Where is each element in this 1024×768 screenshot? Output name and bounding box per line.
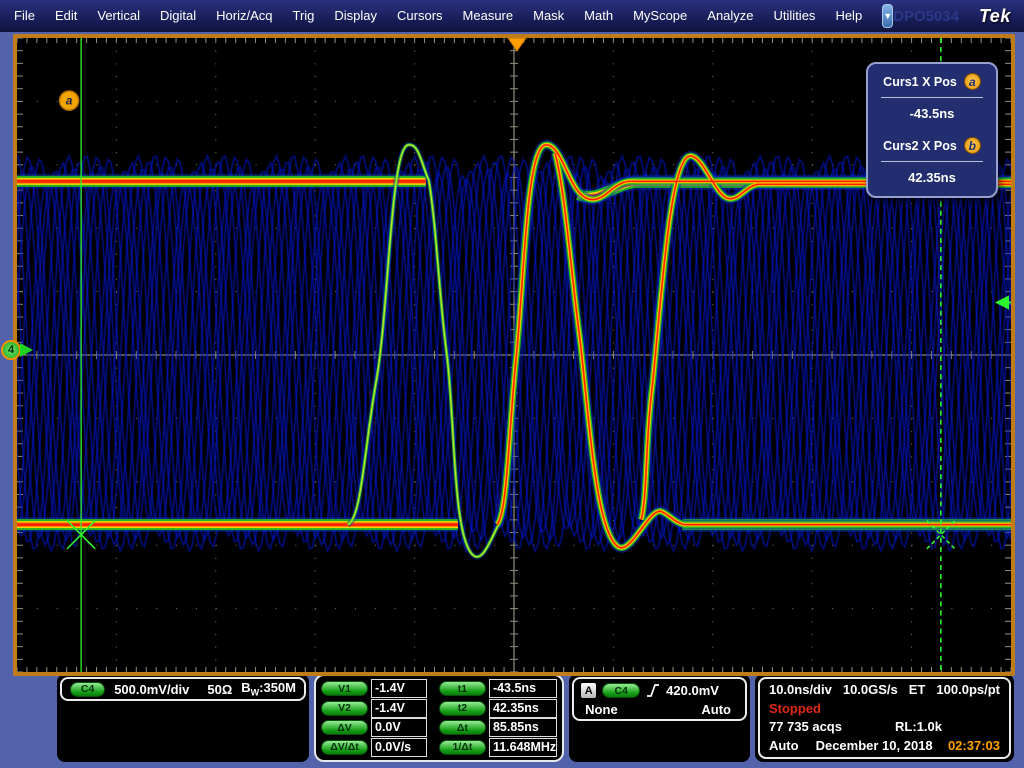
graticule: a xyxy=(13,34,1015,676)
input-impedance: 50Ω xyxy=(207,682,232,697)
waveform-plot[interactable]: a xyxy=(17,38,1011,672)
divider xyxy=(881,161,983,162)
date-label: December 10, 2018 xyxy=(816,738,933,753)
meas-row-v1: V1 -1.4V xyxy=(321,679,427,699)
menu-vertical[interactable]: Vertical xyxy=(87,0,150,32)
trigger-mode-none: None xyxy=(585,702,618,717)
et-label: ET xyxy=(909,682,926,697)
menu-help[interactable]: Help xyxy=(825,0,872,32)
meas-row-dv: ΔV 0.0V xyxy=(321,718,427,738)
menu-math[interactable]: Math xyxy=(574,0,623,32)
t1-value: -43.5ns xyxy=(489,679,557,698)
inv-dt-value: 11.648MHz xyxy=(489,738,557,757)
meas-row-1dt: 1/Δt 11.648MHz xyxy=(439,738,557,758)
time-label: 02:37:03 xyxy=(948,738,1000,753)
menu-analyze[interactable]: Analyze xyxy=(697,0,763,32)
sample-rate: 10.0GS/s xyxy=(843,682,898,697)
menu-dropdown-button[interactable]: ▼ xyxy=(882,4,893,28)
menu-cursors[interactable]: Cursors xyxy=(387,0,453,32)
cursor1-value: -43.5ns xyxy=(878,106,986,121)
tek-logo: Tek xyxy=(979,6,1011,27)
chevron-down-icon: ▼ xyxy=(883,11,892,21)
trigger-panel: A C4 420.0mV None Auto xyxy=(569,674,750,762)
meas-row-dt: Δt 85.85ns xyxy=(439,718,557,738)
channel4-settings[interactable]: C4 500.0mV/div 50Ω BW:350M xyxy=(60,677,306,701)
menu-digital[interactable]: Digital xyxy=(150,0,206,32)
cursor-measurements-panel: V1 -1.4V V2 -1.4V ΔV 0.0V ΔV/Δt 0.0V/s xyxy=(314,674,564,762)
model-label: DPO5034 xyxy=(893,8,959,25)
horizontal-panel: 10.0ns/div 10.0GS/s ET 100.0ps/pt Stoppe… xyxy=(755,674,1014,762)
menu-horiz-acq[interactable]: Horiz/Acq xyxy=(206,0,282,32)
dv-value: 0.0V xyxy=(371,718,427,737)
resolution: 100.0ps/pt xyxy=(936,682,1000,697)
meas-row-v2: V2 -1.4V xyxy=(321,699,427,719)
channel4-arrow-icon xyxy=(20,343,33,357)
v2-badge: V2 xyxy=(321,701,368,716)
t2-value: 42.35ns xyxy=(489,699,557,718)
v1-value: -1.4V xyxy=(371,679,427,698)
bandwidth: BW:350M xyxy=(241,680,296,698)
acquisition-count: 77 735 acqs xyxy=(769,719,842,734)
trigger-channel-badge: C4 xyxy=(602,683,640,698)
cursor2-value: 42.35ns xyxy=(878,170,986,185)
menu-utilities[interactable]: Utilities xyxy=(764,0,826,32)
meas-row-dvdt: ΔV/Δt 0.0V/s xyxy=(321,738,427,758)
waveform-display: a 4 Curs1 X Pos a -43.5ns Curs2 X Pos b … xyxy=(0,32,1024,672)
t1-badge: t1 xyxy=(439,681,486,696)
trigger-level: 420.0mV xyxy=(666,683,719,698)
dt-value: 85.85ns xyxy=(489,718,557,737)
cursor-a-badge: a xyxy=(964,73,981,90)
trigger-settings[interactable]: A C4 420.0mV None Auto xyxy=(572,677,747,721)
channel4-position-marker[interactable]: 4 xyxy=(1,340,21,360)
cursor-b-badge: b xyxy=(964,137,981,154)
svg-text:a: a xyxy=(66,94,73,108)
cursor1-label: Curs1 X Pos xyxy=(883,75,957,89)
cursor2-label: Curs2 X Pos xyxy=(883,139,957,153)
menu-display[interactable]: Display xyxy=(324,0,387,32)
dvdt-badge: ΔV/Δt xyxy=(321,740,368,755)
meas-row-t1: t1 -43.5ns xyxy=(439,679,557,699)
oscilloscope-screen: File Edit Vertical Digital Horiz/Acq Tri… xyxy=(0,0,1024,768)
trigger-mode-label: Auto xyxy=(769,738,799,753)
v1-badge: V1 xyxy=(321,681,368,696)
horizontal-acquisition-settings[interactable]: 10.0ns/div 10.0GS/s ET 100.0ps/pt Stoppe… xyxy=(758,677,1011,759)
menu-measure[interactable]: Measure xyxy=(453,0,524,32)
menu-trig[interactable]: Trig xyxy=(282,0,324,32)
timebase: 10.0ns/div xyxy=(769,682,832,697)
vertical-scale: 500.0mV/div xyxy=(114,682,189,697)
menu-bar: File Edit Vertical Digital Horiz/Acq Tri… xyxy=(0,0,1024,32)
cursor-readout-panel[interactable]: Curs1 X Pos a -43.5ns Curs2 X Pos b 42.3… xyxy=(866,62,998,198)
dv-badge: ΔV xyxy=(321,720,368,735)
trigger-source-badge: A xyxy=(581,683,596,698)
divider xyxy=(881,97,983,98)
acquisition-status: Stopped xyxy=(769,701,1000,716)
channel-panel: C4 500.0mV/div 50Ω BW:350M xyxy=(57,674,309,762)
meas-row-t2: t2 42.35ns xyxy=(439,699,557,719)
channel4-badge: C4 xyxy=(70,682,105,697)
dvdt-value: 0.0V/s xyxy=(371,738,427,757)
readout-bar: C4 500.0mV/div 50Ω BW:350M V1 -1.4V V2 -… xyxy=(0,672,1024,768)
record-length: RL:1.0k xyxy=(895,719,942,734)
menu-myscope[interactable]: MyScope xyxy=(623,0,697,32)
menu-file[interactable]: File xyxy=(4,0,45,32)
menu-mask[interactable]: Mask xyxy=(523,0,574,32)
inv-dt-badge: 1/Δt xyxy=(439,740,486,755)
t2-badge: t2 xyxy=(439,701,486,716)
dt-badge: Δt xyxy=(439,720,486,735)
trigger-mode-auto: Auto xyxy=(701,702,731,717)
rising-edge-icon xyxy=(646,682,660,699)
v2-value: -1.4V xyxy=(371,699,427,718)
menu-edit[interactable]: Edit xyxy=(45,0,87,32)
